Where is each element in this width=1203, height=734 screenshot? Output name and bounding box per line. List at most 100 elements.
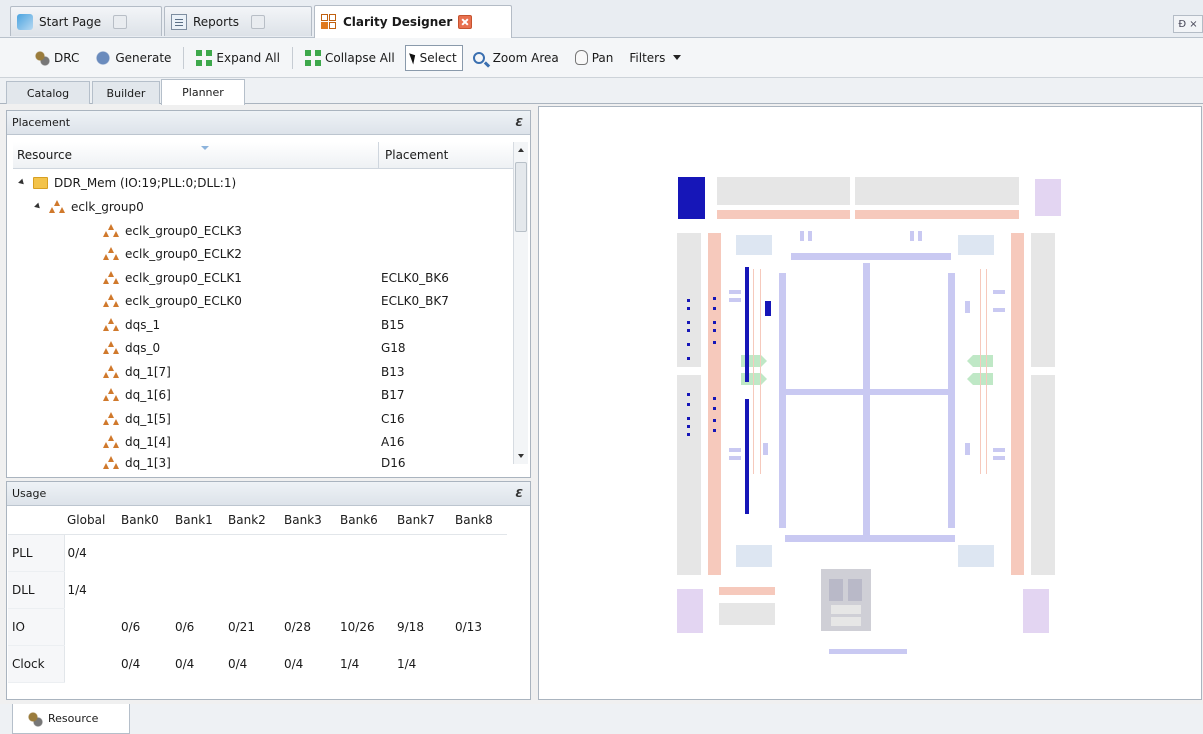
zoom-area-button[interactable]: Zoom Area xyxy=(467,45,565,71)
floorplan-canvas[interactable] xyxy=(538,106,1202,700)
window-restore-button[interactable]: Ɖ × xyxy=(1173,15,1203,33)
clock-spine[interactable] xyxy=(829,649,907,654)
edge-clock[interactable] xyxy=(763,443,768,455)
tab-start-page[interactable]: Start Page xyxy=(10,6,162,36)
generate-button[interactable]: Generate xyxy=(89,45,177,71)
select-button[interactable]: Select xyxy=(404,44,463,71)
usage-cell xyxy=(452,534,507,571)
bank-bottom[interactable] xyxy=(719,603,775,625)
tree-row[interactable]: eclk_group0_ECLK0 ECLK0_BK7 xyxy=(13,289,513,312)
bank-top-left[interactable] xyxy=(717,177,850,205)
tree-row-eclk-group[interactable]: eclk_group0 xyxy=(13,195,513,218)
usage-cell xyxy=(172,571,225,608)
tree-row[interactable]: dqs_1 B15 xyxy=(13,313,513,336)
bank-right-upper[interactable] xyxy=(1031,233,1055,367)
usage-cell xyxy=(281,571,337,608)
selected-resource[interactable] xyxy=(765,301,771,316)
tree-row[interactable]: eclk_group0_ECLK2 xyxy=(13,242,513,265)
close-icon[interactable] xyxy=(251,14,266,29)
clock-buffer[interactable] xyxy=(910,231,914,241)
tree-row[interactable]: dq_1[3] D16 xyxy=(13,453,513,473)
collapse-all-button[interactable]: Collapse All xyxy=(299,45,401,71)
bank-right-lower[interactable] xyxy=(1031,375,1055,575)
edge-clock[interactable] xyxy=(729,290,741,294)
dll-unit[interactable] xyxy=(831,605,861,614)
scroll-down-icon[interactable] xyxy=(518,454,524,458)
drc-button[interactable]: DRC xyxy=(28,45,85,71)
pan-button[interactable]: Pan xyxy=(569,45,620,71)
dll-unit[interactable] xyxy=(829,579,843,601)
tree-row[interactable]: dq_1[7] B13 xyxy=(13,360,513,383)
pll-block[interactable] xyxy=(958,235,994,255)
tree-row-placement: A16 xyxy=(381,434,405,449)
edge-clock[interactable] xyxy=(993,290,1005,294)
selected-block[interactable] xyxy=(678,177,705,219)
dll-unit[interactable] xyxy=(831,617,861,626)
tree-row[interactable]: eclk_group0_ECLK3 xyxy=(13,219,513,242)
dll-unit[interactable] xyxy=(848,579,862,601)
pll-block[interactable] xyxy=(736,545,772,567)
scrollbar-thumb[interactable] xyxy=(515,162,527,232)
selected-resource-column[interactable] xyxy=(745,267,749,382)
io-pad-column[interactable] xyxy=(708,233,721,575)
device-floorplan[interactable] xyxy=(539,107,1203,701)
io-pad-column[interactable] xyxy=(1011,233,1024,575)
corner-block[interactable] xyxy=(1023,589,1049,633)
edge-clock[interactable] xyxy=(993,448,1005,452)
corner-block[interactable] xyxy=(1035,179,1061,216)
edge-clock[interactable] xyxy=(993,456,1005,460)
tree-row[interactable]: dq_1[6] B17 xyxy=(13,383,513,406)
expand-arrow-icon[interactable] xyxy=(18,178,26,187)
hand-icon xyxy=(574,50,588,65)
clock-column[interactable] xyxy=(948,273,955,528)
io-pad-row[interactable] xyxy=(719,587,775,595)
edge-clock[interactable] xyxy=(729,448,741,452)
clock-spine[interactable] xyxy=(791,253,951,260)
close-icon[interactable] xyxy=(113,14,128,29)
vertical-scrollbar[interactable] xyxy=(513,142,528,464)
expand-all-button[interactable]: Expand All xyxy=(190,45,286,71)
io-pad-row[interactable] xyxy=(717,210,850,219)
io-pad-row[interactable] xyxy=(855,210,1019,219)
tree-row[interactable]: eclk_group0_ECLK1 ECLK0_BK6 xyxy=(13,266,513,289)
tree-row[interactable]: dq_1[5] C16 xyxy=(13,407,513,430)
resource-column-header[interactable]: Resource xyxy=(13,142,379,168)
pll-block[interactable] xyxy=(736,235,772,255)
edge-clock[interactable] xyxy=(993,308,1005,312)
bank-top-right[interactable] xyxy=(855,177,1019,205)
filters-dropdown[interactable]: Filters xyxy=(623,45,687,71)
expand-arrow-icon[interactable] xyxy=(34,202,42,211)
tab-reports[interactable]: Reports xyxy=(164,6,312,36)
edge-clock[interactable] xyxy=(965,443,970,455)
resource-icon xyxy=(103,387,119,402)
clock-buffer[interactable] xyxy=(918,231,922,241)
scroll-up-icon[interactable] xyxy=(518,148,524,152)
pll-block[interactable] xyxy=(958,545,994,567)
placement-column-header[interactable]: Placement xyxy=(379,148,448,162)
clock-row[interactable] xyxy=(785,389,948,395)
tab-resource[interactable]: Resource xyxy=(12,704,130,734)
tab-planner[interactable]: Planner xyxy=(161,79,245,105)
restore-panel-icon[interactable]: Ɛ xyxy=(515,116,523,129)
restore-panel-icon[interactable]: Ɛ xyxy=(515,487,523,500)
clock-column[interactable] xyxy=(863,263,870,538)
tree-row-label: eclk_group0_ECLK3 xyxy=(125,223,242,238)
edge-clock[interactable] xyxy=(729,456,741,460)
tab-builder[interactable]: Builder xyxy=(92,81,160,104)
edge-clock[interactable] xyxy=(965,301,970,313)
row-header: PLL xyxy=(8,534,65,572)
selected-resource-column[interactable] xyxy=(745,399,749,514)
clock-buffer[interactable] xyxy=(800,231,804,241)
tree-row[interactable]: dqs_0 G18 xyxy=(13,336,513,359)
resource-icon xyxy=(103,317,119,332)
clock-column[interactable] xyxy=(779,273,786,528)
tree-row-ddr-mem[interactable]: DDR_Mem (IO:19;PLL:0;DLL:1) xyxy=(13,171,513,194)
edge-clock[interactable] xyxy=(729,298,741,302)
corner-block[interactable] xyxy=(677,589,703,633)
tab-catalog[interactable]: Catalog xyxy=(6,81,90,104)
cursor-arrow-icon xyxy=(408,51,418,64)
tree-row[interactable]: dq_1[4] A16 xyxy=(13,430,513,453)
close-icon[interactable] xyxy=(458,15,473,29)
clock-buffer[interactable] xyxy=(808,231,812,241)
tab-clarity-designer[interactable]: Clarity Designer xyxy=(314,5,512,38)
